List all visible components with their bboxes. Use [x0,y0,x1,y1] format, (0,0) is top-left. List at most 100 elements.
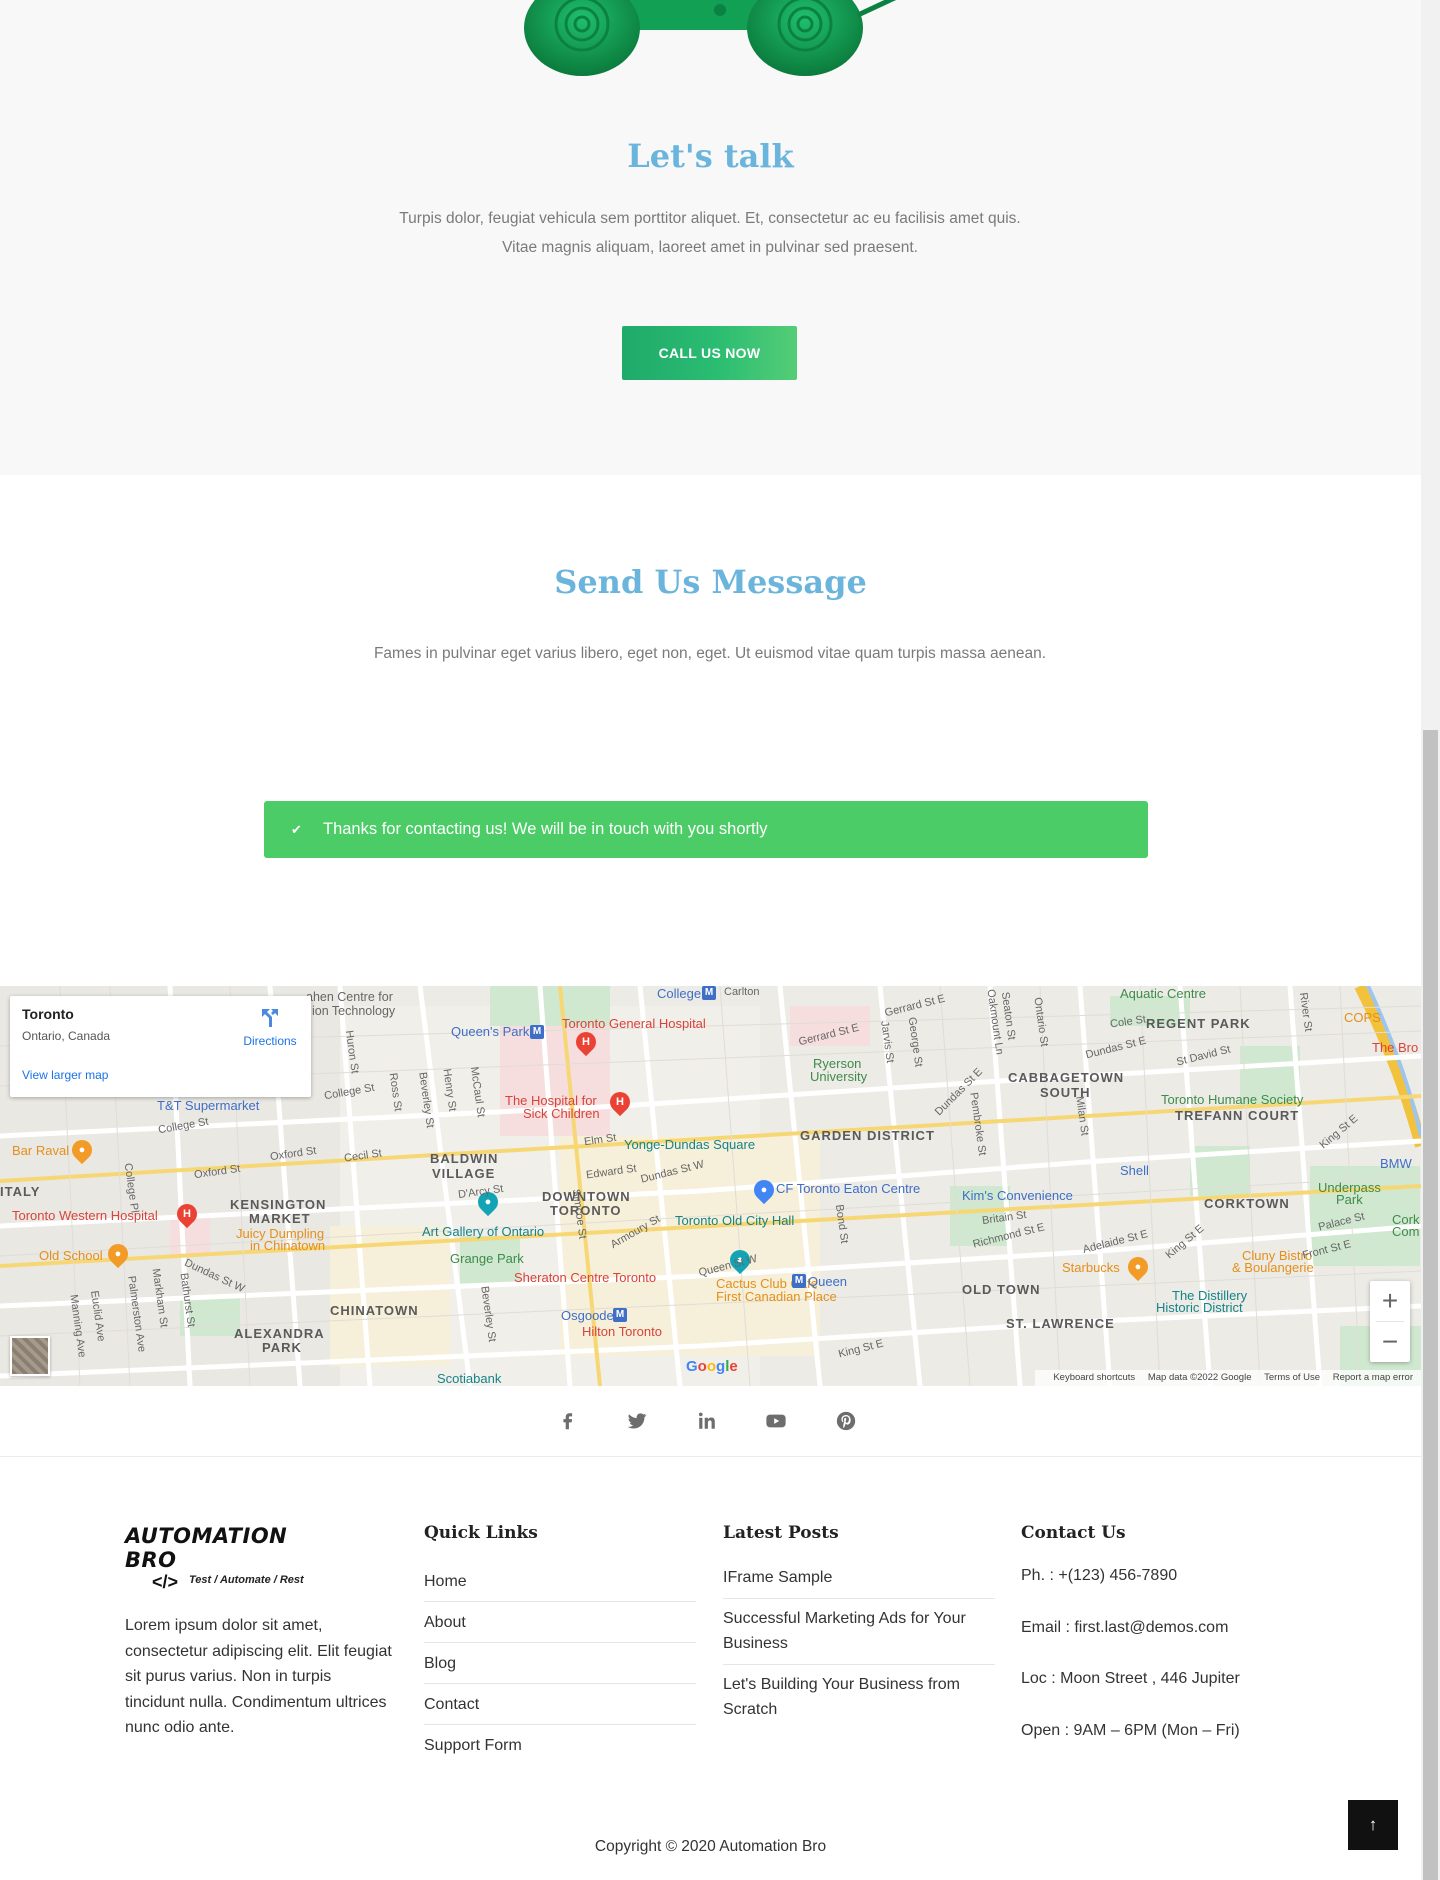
latest-posts-list: IFrame Sample Successful Marketing Ads f… [723,1561,995,1730]
view-larger-map-link[interactable]: View larger map [22,1068,108,1082]
latest-posts-heading: Latest Posts [723,1523,839,1543]
contact-location: Loc : Moon Street , 446 Jupiter [1021,1670,1240,1687]
linkedin-icon[interactable] [696,1410,718,1432]
map-label-little-italy: ITALY [0,1184,41,1199]
zoom-in-icon[interactable]: + [1370,1281,1410,1321]
map-poi-underpass-2[interactable]: Park [1336,1192,1363,1207]
lets-talk-heading: Let's talk [627,137,794,175]
cafe-pin-icon[interactable]: ● [1123,1252,1153,1282]
map-poi-cops[interactable]: COPS [1344,1010,1381,1025]
hospital-pin-icon[interactable]: H [172,1199,202,1229]
map-zoom-control[interactable]: + − [1370,1281,1410,1362]
hospital-pin-icon[interactable]: H [605,1087,635,1117]
contact-us-heading: Contact Us [1021,1523,1126,1543]
map-label-dahlen-2: ion Technology [312,1004,396,1018]
metro-icon[interactable]: M [702,986,716,1000]
map-label-kensington-market-2: MARKET [249,1211,311,1226]
embedded-map[interactable]: REGENT PARK CABBAGETOWN SOUTH TREFANN CO… [0,986,1421,1386]
map-poi-cork-2[interactable]: Com [1392,1224,1419,1239]
lets-talk-section: Let's talk Turpis dolor, feugiat vehicul… [0,0,1421,475]
latest-post-link[interactable]: Let's Building Your Business from Scratc… [723,1665,995,1730]
quick-link-home[interactable]: Home [424,1561,696,1602]
map-label-alexandra-park-2: PARK [262,1340,302,1355]
map-poi-the-bro[interactable]: The Bro [1372,1040,1418,1055]
map-transit-queen[interactable]: Queen [808,1274,847,1289]
map-poi-bar-raval[interactable]: Bar Raval [12,1143,69,1158]
code-icon: </> [152,1572,179,1592]
map-poi-juicy-dumpling-2[interactable]: in Chinatown [250,1238,325,1253]
map-label-carlton: Carlton [724,986,760,998]
metro-icon[interactable]: M [792,1274,806,1288]
map-label-trefann-court: TREFANN COURT [1175,1108,1300,1123]
hospital-pin-icon[interactable]: H [571,1027,601,1057]
map-poi-sick-children-2[interactable]: Sick Children [523,1106,600,1121]
map-poi-ryerson-2[interactable]: University [810,1069,867,1084]
shopping-pin-icon[interactable]: ● [749,1175,779,1205]
quick-link-contact[interactable]: Contact [424,1684,696,1725]
metro-icon[interactable]: M [530,1025,544,1039]
map-poi-humane-society[interactable]: Toronto Humane Society [1161,1092,1303,1107]
google-logo: Google [686,1358,738,1375]
map-poi-hilton[interactable]: Hilton Toronto [582,1324,662,1339]
automation-bro-logo[interactable]: AUTOMATION BRO </> Test / Automate / Res… [125,1524,325,1592]
metro-icon[interactable]: M [613,1308,627,1322]
pinterest-icon[interactable] [835,1410,857,1432]
twitter-icon[interactable] [626,1410,648,1432]
contact-email: Email : first.last@demos.com [1021,1618,1229,1636]
map-poi-aquatic[interactable]: Aquatic Centre [1120,986,1206,1001]
lets-talk-description: Turpis dolor, feugiat vehicula sem portt… [399,210,1021,256]
map-poi-distillery-2[interactable]: Historic District [1156,1300,1243,1315]
map-poi-shell[interactable]: Shell [1120,1163,1149,1178]
zoom-out-icon[interactable]: − [1370,1322,1410,1362]
map-poi-kims[interactable]: Kim's Convenience [962,1188,1073,1203]
map-transit-queens-park[interactable]: Queen's Park [451,1024,529,1039]
footer-about-text: Lorem ipsum dolor sit amet, consectetur … [125,1617,392,1736]
map-transit-college[interactable]: College [657,986,701,1001]
directions-icon [262,1009,278,1027]
map-poi-scotiabank[interactable]: Scotiabank [437,1371,501,1386]
map-poi-tt-supermarket[interactable]: T&T Supermarket [157,1098,259,1113]
latest-post-link[interactable]: IFrame Sample [723,1561,995,1599]
facebook-icon[interactable] [557,1410,579,1432]
telephone-handset-image [524,0,897,76]
report-map-error-link[interactable]: Report a map error [1333,1372,1413,1383]
map-poi-toronto-general[interactable]: Toronto General Hospital [562,1016,706,1031]
map-poi-grange-park[interactable]: Grange Park [450,1251,524,1266]
copyright-text: Copyright © 2020 Automation Bro [594,1838,827,1855]
keyboard-shortcuts-link[interactable]: Keyboard shortcuts [1053,1372,1135,1383]
map-transit-osgoode[interactable]: Osgoode [561,1308,614,1323]
quick-link-blog[interactable]: Blog [424,1643,696,1684]
site-footer: AUTOMATION BRO </> Test / Automate / Res… [0,1457,1421,1880]
directions-button[interactable]: Directions [238,1006,302,1048]
map-poi-starbucks[interactable]: Starbucks [1062,1260,1120,1275]
call-us-now-button[interactable]: CALL US NOW [622,326,797,380]
map-poi-old-city-hall[interactable]: Toronto Old City Hall [675,1213,794,1228]
latest-post-link[interactable]: Successful Marketing Ads for Your Busine… [723,1599,995,1665]
map-label-baldwin-village: BALDWIN [430,1151,499,1166]
map-place-card: Toronto Ontario, Canada View larger map … [10,996,311,1097]
map-label-cabbagetown: CABBAGETOWN [1008,1070,1125,1085]
scroll-to-top-button[interactable]: ↑ [1348,1800,1398,1850]
restaurant-pin-icon[interactable]: ● [67,1135,97,1165]
scrollbar-thumb[interactable] [1423,730,1438,1880]
map-label-baldwin-village-2: VILLAGE [432,1166,496,1181]
map-poi-eaton-centre[interactable]: CF Toronto Eaton Centre [776,1181,920,1196]
map-poi-bmw[interactable]: BMW [1380,1156,1412,1171]
map-poi-cluny-2[interactable]: & Boulangerie [1232,1260,1314,1275]
youtube-icon[interactable] [765,1410,787,1432]
quick-link-support-form[interactable]: Support Form [424,1725,696,1766]
page-scrollbar[interactable] [1421,0,1440,1880]
map-poi-old-school[interactable]: Old School [39,1248,103,1263]
map-label-alexandra-park: ALEXANDRA [234,1326,325,1341]
map-poi-yonge-dundas[interactable]: Yonge-Dundas Square [624,1137,755,1152]
terms-of-use-link[interactable]: Terms of Use [1264,1372,1320,1383]
map-card-region: Ontario, Canada [22,1029,111,1043]
map-poi-cactus-club-2[interactable]: First Canadian Place [716,1289,837,1304]
map-label-corktown: CORKTOWN [1204,1196,1290,1211]
map-card-city: Toronto [22,1006,74,1022]
map-poi-sheraton[interactable]: Sheraton Centre Toronto [514,1270,656,1285]
street-view-thumbnail[interactable] [10,1336,50,1376]
restaurant-pin-icon[interactable]: ● [103,1239,133,1269]
map-poi-art-gallery[interactable]: Art Gallery of Ontario [422,1224,544,1239]
quick-link-about[interactable]: About [424,1602,696,1643]
